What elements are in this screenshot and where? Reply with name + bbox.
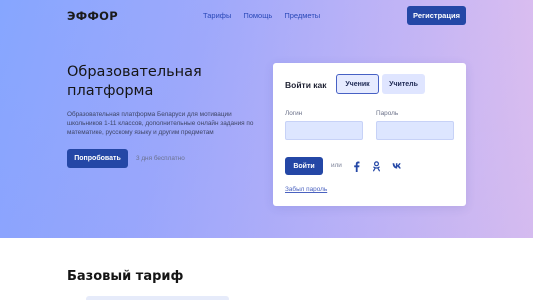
nav-item-tariffs[interactable]: Тарифы — [203, 11, 231, 20]
forgot-password-link[interactable]: Забыл пароль — [285, 186, 327, 193]
odnoklassniki-icon[interactable] — [370, 160, 382, 172]
free-trial-note: 3 дня бесплатно — [136, 155, 185, 162]
password-field[interactable] — [376, 121, 454, 140]
tariff-card-top — [86, 296, 229, 300]
or-text: или — [331, 162, 342, 169]
password-label: Пароль — [376, 110, 399, 117]
page-title: Образовательная платформа — [67, 64, 202, 99]
role-teacher-button[interactable]: Учитель — [382, 74, 425, 94]
role-student-button[interactable]: Ученик — [336, 74, 379, 94]
try-button[interactable]: Попробовать — [67, 149, 128, 168]
login-card-title: Войти как — [285, 80, 327, 90]
main-nav: Тарифы Помощь Предметы — [203, 11, 320, 20]
login-submit-button[interactable]: Войти — [285, 157, 323, 175]
register-button[interactable]: Регистрация — [407, 6, 466, 25]
page-description: Образовательная платформа Беларуси для м… — [67, 111, 254, 136]
facebook-icon[interactable] — [350, 160, 362, 172]
vk-icon[interactable] — [391, 160, 403, 172]
login-card: Войти как Ученик Учитель Логин Пароль Во… — [273, 63, 466, 206]
nav-item-subjects[interactable]: Предметы — [284, 11, 320, 20]
tariff-section-title: Базовый тариф — [67, 269, 184, 284]
nav-item-help[interactable]: Помощь — [243, 11, 272, 20]
login-field[interactable] — [285, 121, 363, 140]
logo[interactable]: ЭФФОР — [67, 9, 118, 23]
login-label: Логин — [285, 110, 303, 117]
